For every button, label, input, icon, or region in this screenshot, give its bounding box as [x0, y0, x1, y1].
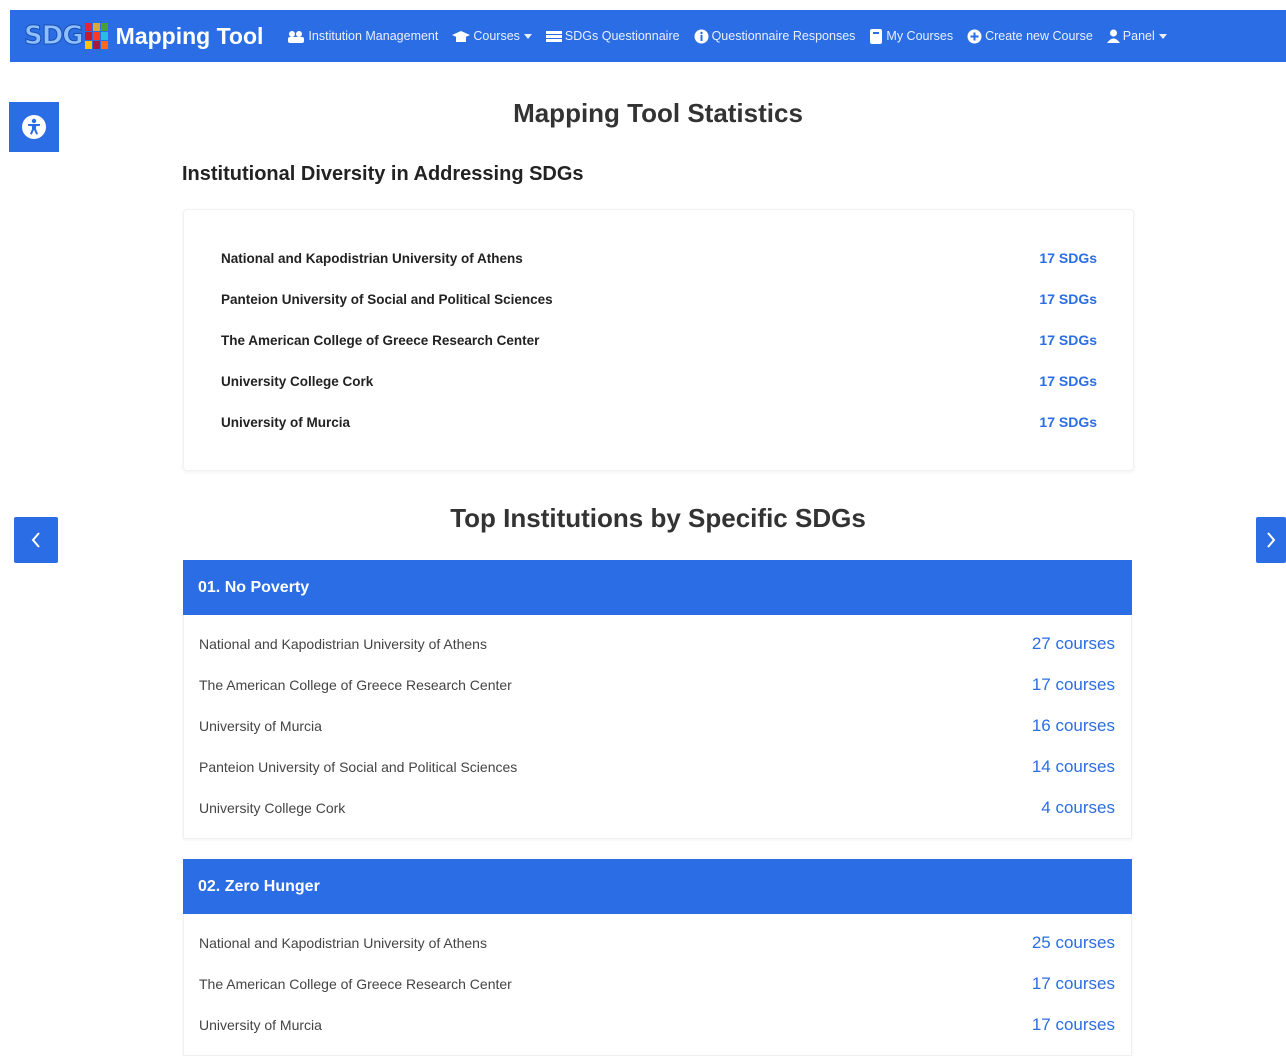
institution-name: The American College of Greece Research …	[199, 975, 512, 992]
top-navbar: SDG Mapping Tool Institution Management …	[10, 10, 1286, 62]
nav-item-sdgs-questionnaire[interactable]: SDGs Questionnaire	[545, 29, 680, 43]
course-count: 4 courses	[1041, 797, 1115, 817]
sdg-logo[interactable]: SDG	[24, 16, 108, 56]
sdg-count: 17 SDGs	[1039, 373, 1097, 389]
list-item: National and Kapodistrian University of …	[221, 250, 1097, 266]
institution-name: University of Murcia	[199, 717, 322, 734]
page-title: Mapping Tool Statistics	[513, 98, 803, 128]
book-icon	[870, 28, 883, 44]
institution-name: The American College of Greece Research …	[199, 676, 512, 693]
brand-title[interactable]: Mapping Tool	[116, 23, 264, 50]
logo-text: SDG	[24, 21, 85, 52]
list-item: University College Cork 4 courses	[184, 787, 1131, 828]
list-item: University of Murcia 17 courses	[184, 1004, 1131, 1045]
nav-item-questionnaire-responses[interactable]: Questionnaire Responses	[694, 29, 856, 44]
list-item: Panteion University of Social and Politi…	[184, 746, 1131, 787]
list-item: University of Murcia 16 courses	[184, 705, 1131, 746]
sdg-card-body: National and Kapodistrian University of …	[183, 615, 1132, 839]
list-item: University of Murcia 17 SDGs	[221, 414, 1097, 430]
course-count: 17 courses	[1031, 1014, 1115, 1034]
chevron-down-icon	[523, 33, 532, 39]
course-count: 14 courses	[1031, 756, 1115, 776]
info-circle-icon	[694, 29, 709, 43]
institution-name: Panteion University of Social and Politi…	[199, 758, 518, 775]
nav-item-label: Institution Management	[308, 29, 439, 43]
plus-circle-icon	[967, 29, 982, 43]
list-item: The American College of Greece Research …	[184, 664, 1131, 705]
nav-item-label: SDGs Questionnaire	[564, 29, 680, 43]
nav-item-panel[interactable]: Panel	[1106, 29, 1167, 43]
diversity-section-title: Institutional Diversity in Addressing SD…	[182, 163, 584, 185]
sdg-count: 17 SDGs	[1039, 291, 1097, 307]
sdg-count: 17 SDGs	[1039, 250, 1097, 266]
chevron-down-icon	[1158, 33, 1167, 39]
list-icon	[545, 30, 562, 42]
institution-icon	[288, 30, 305, 43]
nav-item-courses[interactable]: Courses	[452, 29, 532, 43]
course-count: 17 courses	[1031, 674, 1115, 694]
nav-item-label: Panel	[1122, 29, 1155, 43]
sdg-card-header: 01. No Poverty	[183, 560, 1132, 615]
list-item: The American College of Greece Research …	[184, 963, 1131, 1004]
institution-name: National and Kapodistrian University of …	[199, 934, 487, 951]
nav-item-label: Create new Course	[985, 29, 1093, 43]
institution-name: The American College of Greece Research …	[221, 332, 540, 348]
institution-name: National and Kapodistrian University of …	[199, 635, 487, 652]
diversity-card: National and Kapodistrian University of …	[183, 209, 1134, 471]
institution-name: University of Murcia	[199, 1016, 322, 1033]
nav-item-my-courses[interactable]: My Courses	[869, 28, 954, 44]
list-item: National and Kapodistrian University of …	[184, 623, 1131, 664]
course-count: 16 courses	[1031, 715, 1115, 735]
user-icon	[1106, 29, 1120, 43]
list-item: University College Cork 17 SDGs	[221, 373, 1097, 389]
institution-name: National and Kapodistrian University of …	[221, 250, 523, 266]
sdg-card-header: 02. Zero Hunger	[183, 859, 1132, 914]
nav-item-label: My Courses	[886, 29, 954, 43]
list-item: The American College of Greece Research …	[221, 332, 1097, 348]
nav-item-label: Courses	[473, 29, 520, 43]
sdg-count: 17 SDGs	[1039, 414, 1097, 430]
list-item: Panteion University of Social and Politi…	[221, 291, 1097, 307]
course-count: 17 courses	[1031, 973, 1115, 993]
institution-name: University of Murcia	[221, 414, 351, 430]
course-count: 25 courses	[1031, 932, 1115, 952]
nav-item-create-new-course[interactable]: Create new Course	[967, 29, 1093, 44]
sdg-card-zero-hunger: 02. Zero Hunger National and Kapodistria…	[183, 859, 1132, 1056]
top-institutions-title: Top Institutions by Specific SDGs	[450, 503, 866, 533]
institution-name: Panteion University of Social and Politi…	[221, 291, 553, 307]
institution-name: University College Cork	[221, 373, 374, 389]
nav-menu: Institution Management Courses SDGs Ques…	[287, 28, 1167, 44]
list-item: National and Kapodistrian University of …	[184, 922, 1131, 963]
nav-item-label: Questionnaire Responses	[711, 29, 856, 43]
sdg-card-no-poverty: 01. No Poverty National and Kapodistrian…	[183, 560, 1132, 839]
logo-color-blocks	[84, 23, 108, 49]
course-count: 27 courses	[1031, 633, 1115, 653]
sdg-card-body: National and Kapodistrian University of …	[183, 914, 1132, 1056]
sdg-count: 17 SDGs	[1039, 332, 1097, 348]
graduation-cap-icon	[452, 30, 471, 42]
nav-item-institution-management[interactable]: Institution Management	[287, 29, 438, 43]
institution-name: University College Cork	[199, 799, 346, 816]
